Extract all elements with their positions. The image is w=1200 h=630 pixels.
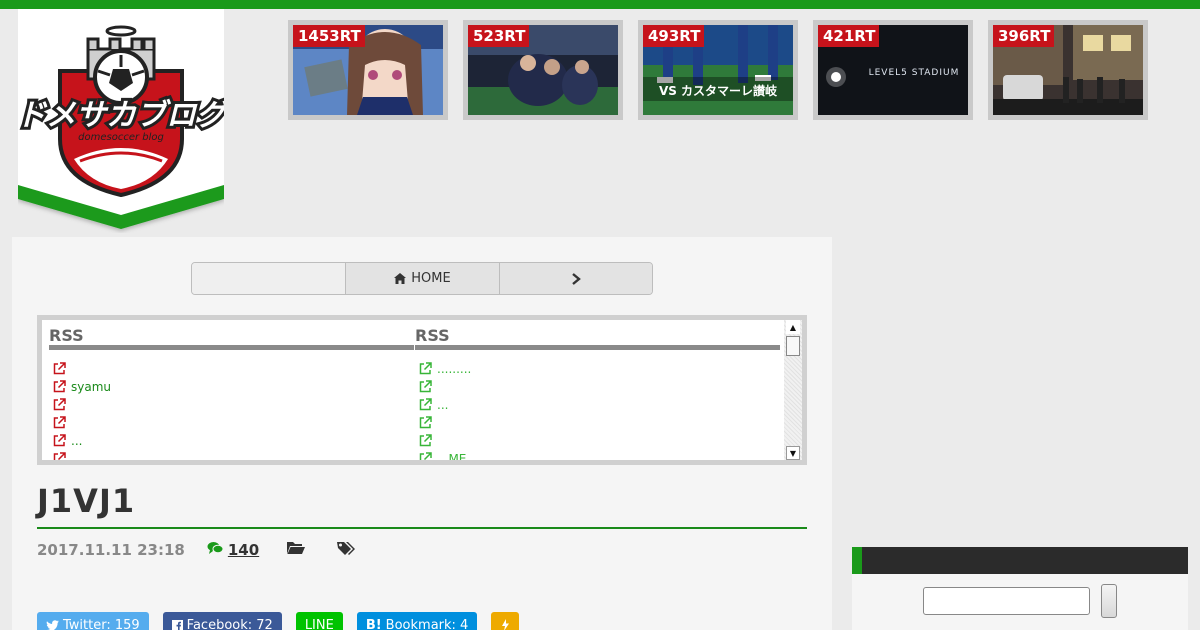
rss-item-label: ...ME: [437, 452, 467, 465]
external-link-icon: [419, 362, 435, 376]
hatena-bookmark-label: Bookmark: 4: [385, 617, 469, 630]
ranking-item[interactable]: 1453RT: [288, 20, 448, 120]
top-accent-bar: [0, 0, 1200, 9]
external-link-icon: [419, 452, 435, 460]
thumbnail-caption: VS カスタマーレ讃岐: [659, 83, 778, 98]
next-post-button[interactable]: [500, 263, 652, 294]
rss-item[interactable]: ...: [419, 396, 780, 414]
external-link-icon: [53, 398, 69, 412]
retweet-count-badge: 523RT: [468, 25, 530, 47]
retweet-count-badge: 396RT: [993, 25, 1055, 47]
twitter-share-button[interactable]: Twitter: 159: [37, 612, 149, 630]
facebook-icon: [171, 619, 183, 630]
rss-item[interactable]: [419, 432, 780, 450]
rss-feed-box: RSS syamu ... RSS ......... ... ...ME ▲ …: [37, 315, 807, 465]
external-link-icon: [419, 416, 435, 430]
rss-item[interactable]: [53, 360, 414, 378]
post-meta: 2017.11.11 23:18 140: [37, 540, 356, 560]
rss-list: syamu ...: [49, 360, 414, 460]
rss-item[interactable]: .........: [419, 360, 780, 378]
search-input[interactable]: [923, 587, 1090, 615]
rss-item[interactable]: ...ME: [419, 450, 780, 465]
rss-column-left: RSS syamu ...: [49, 320, 414, 460]
rss-item[interactable]: [53, 414, 414, 432]
ranking-item[interactable]: LEVEL5 STADIUM 421RT: [813, 20, 973, 120]
rss-item[interactable]: [419, 414, 780, 432]
site-logo[interactable]: ドメサカブログ domesoccer blog: [18, 9, 224, 233]
home-label: HOME: [411, 271, 451, 286]
retweet-count-badge: 493RT: [643, 25, 705, 47]
rss-heading: RSS: [415, 320, 780, 350]
rss-heading: RSS: [49, 320, 414, 350]
facebook-share-label: Facebook: 72: [186, 617, 273, 630]
external-link-icon: [53, 416, 69, 430]
rss-list: ......... ... ...ME: [415, 360, 780, 465]
rss-item[interactable]: [53, 396, 414, 414]
line-share-button[interactable]: LINE: [295, 612, 343, 630]
logo-text: ドメサカブログ: [18, 98, 224, 133]
rss-item[interactable]: [53, 450, 414, 460]
ranking-item[interactable]: 396RT: [988, 20, 1148, 120]
home-button[interactable]: HOME: [345, 263, 500, 294]
scroll-down-arrow-icon[interactable]: ▼: [786, 446, 800, 460]
thumbnail-caption: LEVEL5 STADIUM: [869, 68, 960, 78]
lightning-icon: [501, 619, 509, 630]
external-link-icon: [53, 362, 69, 376]
prev-post-button[interactable]: [192, 263, 345, 294]
post-title: J1VJ1: [37, 482, 136, 520]
logo-subtext: domesoccer blog: [78, 132, 164, 143]
rss-column-right: RSS ......... ... ...ME: [415, 320, 780, 465]
comment-count-link[interactable]: 140: [228, 541, 259, 559]
tags-icon: [337, 541, 356, 560]
home-icon: [394, 273, 407, 284]
hatena-bookmark-icon: B!: [365, 617, 382, 630]
rss-item-label: ...: [437, 398, 449, 412]
comments-icon: [207, 541, 224, 559]
ranking-item[interactable]: VS カスタマーレ讃岐 493RT: [638, 20, 798, 120]
rss-item[interactable]: [419, 378, 780, 396]
external-link-icon: [419, 398, 435, 412]
rss-item-label: .........: [437, 362, 472, 376]
chevron-right-icon: [572, 272, 581, 285]
retweet-count-badge: 421RT: [818, 25, 880, 47]
rss-scrollbar[interactable]: ▲ ▼: [784, 320, 802, 460]
facebook-share-button[interactable]: Facebook: 72: [162, 612, 282, 630]
line-share-label: LINE: [304, 617, 334, 630]
share-buttons: Twitter: 159 Facebook: 72 LINE B! Bookma…: [37, 612, 520, 630]
ranking-item[interactable]: 523RT: [463, 20, 623, 120]
twitter-icon: [46, 619, 59, 630]
scroll-up-arrow-icon[interactable]: ▲: [786, 320, 800, 334]
category-folder-icon: [287, 541, 306, 559]
rss-item-label: ...: [71, 434, 83, 448]
post-date: 2017.11.11 23:18: [37, 541, 185, 559]
main-content: HOME RSS syamu ... RSS ......... ... ...…: [12, 237, 832, 630]
sidebar-widget-header: [852, 547, 1188, 574]
twitter-share-label: Twitter: 159: [63, 617, 140, 630]
external-link-icon: [53, 380, 69, 394]
rss-item-label: syamu: [71, 380, 112, 394]
search-button[interactable]: [1101, 584, 1117, 618]
title-divider: [37, 527, 807, 529]
pocket-share-button[interactable]: [491, 612, 520, 630]
rss-item[interactable]: syamu: [53, 378, 414, 396]
scrollbar-thumb[interactable]: [786, 336, 800, 356]
external-link-icon: [53, 452, 69, 460]
external-link-icon: [53, 434, 69, 448]
external-link-icon: [419, 380, 435, 394]
external-link-icon: [419, 434, 435, 448]
rss-item[interactable]: ...: [53, 432, 414, 450]
sidebar-search-widget: [852, 574, 1188, 630]
hatena-bookmark-button[interactable]: B! Bookmark: 4: [356, 612, 478, 630]
retweet-count-badge: 1453RT: [293, 25, 365, 47]
post-pager: HOME: [191, 262, 653, 295]
